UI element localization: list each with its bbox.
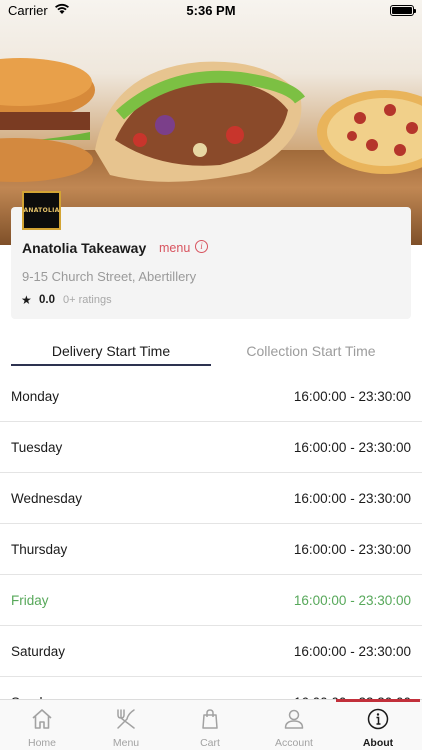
nav-label: Home (27, 737, 56, 749)
nav-label: Account (275, 737, 313, 749)
day-label: Wednesday (11, 491, 83, 506)
star-icon: ★ (21, 293, 32, 307)
restaurant-name: Anatolia Takeaway (22, 240, 147, 256)
day-label: Thursday (11, 542, 68, 557)
nav-menu[interactable]: Menu (84, 700, 168, 750)
nav-label: About (362, 737, 394, 749)
time-range: 16:00:00 - 23:30:00 (293, 542, 411, 557)
time-range: 16:00:00 - 23:30:00 (293, 440, 411, 455)
nav-label: Cart (200, 737, 220, 749)
opening-hours-list: Monday 16:00:00 - 23:30:00 Tuesday 16:00… (0, 371, 422, 728)
hours-row-tuesday: Tuesday 16:00:00 - 23:30:00 (0, 422, 422, 473)
battery-icon (390, 5, 416, 16)
person-icon (284, 709, 304, 729)
info-circle-icon (367, 708, 389, 730)
nav-cart[interactable]: Cart (168, 700, 252, 750)
logo-text: ANATOLIA (23, 207, 60, 214)
time-range: 16:00:00 - 23:30:00 (293, 491, 411, 506)
nav-label: Menu (112, 737, 140, 749)
rating-count: 0+ ratings (63, 294, 112, 306)
hours-row-saturday: Saturday 16:00:00 - 23:30:00 (0, 626, 422, 677)
rating-value: 0.0 (39, 294, 55, 306)
hours-row-wednesday: Wednesday 16:00:00 - 23:30:00 (0, 473, 422, 524)
home-icon (32, 709, 52, 729)
time-range: 16:00:00 - 23:30:00 (293, 389, 411, 404)
day-label: Monday (11, 389, 60, 404)
tab-collection-start-time[interactable]: Collection Start Time (211, 343, 411, 367)
day-label: Friday (11, 593, 49, 608)
menu-link[interactable]: menu (159, 241, 190, 255)
status-time: 5:36 PM (186, 3, 236, 18)
info-icon[interactable]: i (195, 240, 208, 253)
status-bar: Carrier 5:36 PM (0, 0, 422, 22)
fork-knife-icon (117, 709, 135, 729)
restaurant-address: 9-15 Church Street, Abertillery (22, 269, 197, 284)
active-nav-indicator (336, 699, 420, 702)
nav-about[interactable]: About (336, 699, 420, 750)
hours-row-thursday: Thursday 16:00:00 - 23:30:00 (0, 524, 422, 575)
time-range: 16:00:00 - 23:30:00 (293, 644, 411, 659)
nav-account[interactable]: Account (252, 700, 336, 750)
hours-row-monday: Monday 16:00:00 - 23:30:00 (0, 371, 422, 422)
day-label: Saturday (11, 644, 66, 659)
day-label: Tuesday (11, 440, 63, 455)
restaurant-logo: ANATOLIA (22, 191, 61, 230)
nav-home[interactable]: Home (0, 700, 84, 750)
bottom-tab-bar: Home Menu Cart Account About (0, 699, 422, 750)
active-tab-indicator (11, 364, 211, 366)
shopping-bag-icon (202, 709, 218, 729)
hours-row-friday: Friday 16:00:00 - 23:30:00 (0, 575, 422, 626)
time-range: 16:00:00 - 23:30:00 (293, 593, 411, 608)
